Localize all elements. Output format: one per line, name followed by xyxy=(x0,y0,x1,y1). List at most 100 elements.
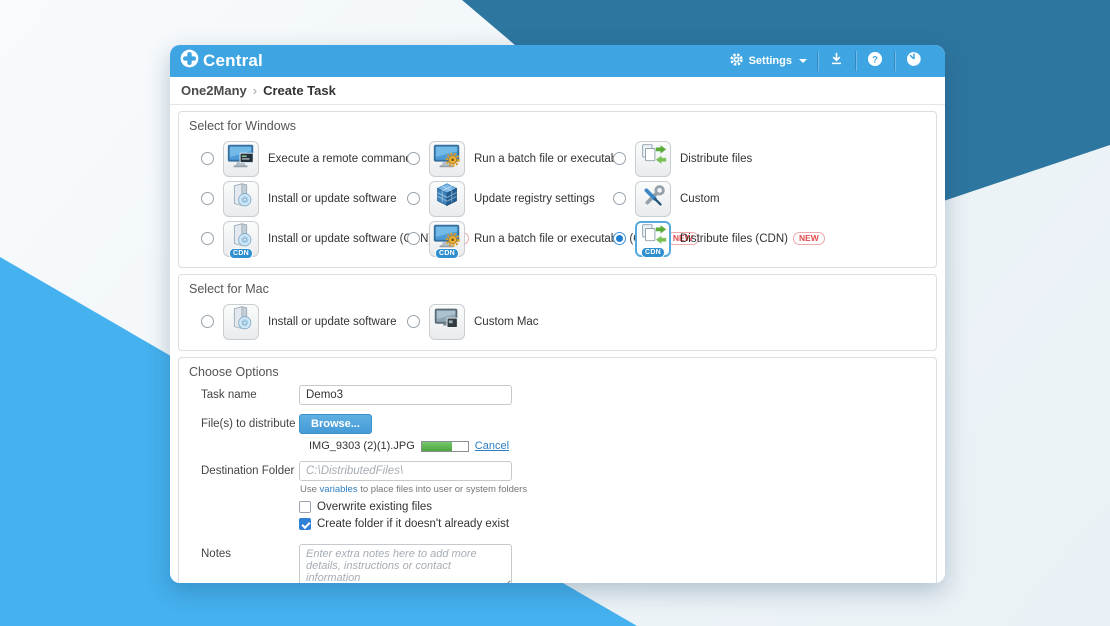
upload-progress-fill xyxy=(422,442,452,451)
radio-run-a-batch-file-or-executable[interactable] xyxy=(407,152,420,165)
notes-label: Notes xyxy=(201,544,299,583)
option-label: Install or update software xyxy=(268,316,397,328)
monitor-terminal-icon xyxy=(225,140,257,177)
app-header: Central Settings xyxy=(170,45,945,77)
notes-textarea[interactable] xyxy=(299,544,512,583)
app-title: Central xyxy=(203,51,263,71)
new-badge: NEW xyxy=(793,232,825,245)
checkbox-create-folder-if-it-doesn-t-already-exist[interactable] xyxy=(299,518,311,530)
option-distribute-files-cdn[interactable]: CDN Distribute files (CDN)NEW xyxy=(613,219,926,258)
radio-custom-mac[interactable] xyxy=(407,315,420,328)
select-for-windows-panel: Select for Windows Execute a remote comm… xyxy=(178,111,937,268)
tile-update-registry-settings[interactable] xyxy=(429,181,465,217)
checkbox-label: Create folder if it doesn't already exis… xyxy=(317,518,509,530)
page-title: Create Task xyxy=(263,83,336,98)
option-distribute-files[interactable]: Distribute files xyxy=(613,139,926,178)
section-title-windows: Select for Windows xyxy=(189,119,926,133)
option-label: Execute a remote command xyxy=(268,153,412,165)
notes-row: Notes xyxy=(201,544,926,583)
tile-distribute-files-cdn[interactable]: CDN xyxy=(635,221,671,257)
option-custom-mac[interactable]: Custom Mac xyxy=(407,302,613,341)
chevron-down-icon xyxy=(799,59,807,63)
radio-run-a-batch-file-or-executable-cdn[interactable] xyxy=(407,232,420,245)
help-button[interactable]: ? xyxy=(856,45,894,77)
file-name: IMG_9303 (2)(1).JPG xyxy=(309,440,415,452)
radio-distribute-files-cdn[interactable] xyxy=(613,232,626,245)
cdn-badge: CDN xyxy=(229,248,253,259)
tile-custom[interactable] xyxy=(635,181,671,217)
option-install-or-update-software[interactable]: Install or update software xyxy=(201,179,407,218)
tile-run-a-batch-file-or-executable[interactable] xyxy=(429,141,465,177)
tile-run-a-batch-file-or-executable-cdn[interactable]: CDN xyxy=(429,221,465,257)
checkbox-overwrite-existing-files[interactable] xyxy=(299,501,311,513)
cancel-upload-link[interactable]: Cancel xyxy=(475,440,509,452)
radio-install-or-update-software-cdn[interactable] xyxy=(201,232,214,245)
task-name-row: Task name xyxy=(201,385,926,405)
gear-icon xyxy=(729,52,744,70)
task-form: Task name File(s) to distribute Browse..… xyxy=(189,385,926,583)
download-button[interactable] xyxy=(818,45,855,77)
option-update-registry-settings[interactable]: Update registry settings xyxy=(407,179,613,218)
option-custom[interactable]: Custom xyxy=(613,179,926,218)
select-for-mac-panel: Select for Mac Install or update softwar… xyxy=(178,274,937,351)
radio-custom[interactable] xyxy=(613,192,626,205)
breadcrumb-separator: › xyxy=(253,83,257,98)
option-install-or-update-software-cdn[interactable]: CDNInstall or update software (CDN)NEW xyxy=(201,219,407,258)
brand: Central xyxy=(180,49,263,73)
checkbox-row-overwrite-existing-files[interactable]: Overwrite existing files xyxy=(299,501,527,513)
tile-install-or-update-software[interactable] xyxy=(223,304,259,340)
option-label: Distribute files (CDN)NEW xyxy=(680,232,825,245)
option-run-a-batch-file-or-executable-cdn[interactable]: CDNRun a batch file or executable (CDN)N… xyxy=(407,219,613,258)
desktop-background: Central Settings xyxy=(0,0,1110,626)
section-title-options: Choose Options xyxy=(189,365,926,379)
option-label: Custom Mac xyxy=(474,316,539,328)
language-globe-button[interactable] xyxy=(895,45,933,77)
destination-folder-input[interactable] xyxy=(299,461,512,481)
cdn-badge: CDN xyxy=(435,248,459,259)
destination-checkboxes: Overwrite existing files Create folder if… xyxy=(299,501,527,530)
cdn-badge: CDN xyxy=(641,247,665,258)
documents-sync-icon xyxy=(637,140,669,177)
tile-install-or-update-software-cdn[interactable]: CDN xyxy=(223,221,259,257)
destination-row: Destination Folder Use variables to plac… xyxy=(201,461,926,535)
option-install-or-update-software[interactable]: Install or update software xyxy=(201,302,407,341)
windows-options-grid: Execute a remote command Run a batch fil… xyxy=(189,139,926,258)
browse-button[interactable]: Browse... xyxy=(299,414,372,434)
central-logo-icon xyxy=(180,49,199,73)
choose-options-panel: Choose Options Task name File(s) to dist… xyxy=(178,357,937,583)
wrench-screwdriver-icon xyxy=(637,180,669,217)
download-icon xyxy=(829,51,844,71)
task-name-input[interactable] xyxy=(299,385,512,405)
globe-icon xyxy=(906,51,922,72)
destination-help-text: Use variables to place files into user o… xyxy=(300,484,527,495)
tile-execute-a-remote-command[interactable] xyxy=(223,141,259,177)
radio-install-or-update-software[interactable] xyxy=(201,192,214,205)
help-icon: ? xyxy=(867,51,883,72)
registry-cube-icon xyxy=(431,180,463,217)
files-row: File(s) to distribute Browse... IMG_9303… xyxy=(201,414,926,452)
radio-execute-a-remote-command[interactable] xyxy=(201,152,214,165)
monitor-mac-icon xyxy=(431,303,463,340)
tile-distribute-files[interactable] xyxy=(635,141,671,177)
option-label: Custom xyxy=(680,193,720,205)
settings-label: Settings xyxy=(749,55,792,67)
tile-custom-mac[interactable] xyxy=(429,304,465,340)
radio-distribute-files[interactable] xyxy=(613,152,626,165)
settings-menu[interactable]: Settings xyxy=(719,45,817,77)
upload-progress-bar xyxy=(421,441,469,452)
header-actions: Settings xyxy=(719,45,933,77)
tile-install-or-update-software[interactable] xyxy=(223,181,259,217)
option-label: Run a batch file or executable xyxy=(474,153,626,165)
breadcrumb-one2many[interactable]: One2Many xyxy=(181,83,247,98)
checkbox-row-create-folder-if-it-doesn-t-already-exist[interactable]: Create folder if it doesn't already exis… xyxy=(299,518,527,530)
destination-label: Destination Folder xyxy=(201,461,299,535)
radio-install-or-update-software[interactable] xyxy=(201,315,214,328)
option-label: Install or update software xyxy=(268,193,397,205)
option-run-a-batch-file-or-executable[interactable]: Run a batch file or executable xyxy=(407,139,613,178)
variables-link[interactable]: variables xyxy=(320,484,358,495)
option-execute-a-remote-command[interactable]: Execute a remote command xyxy=(201,139,407,178)
uploaded-file-row: IMG_9303 (2)(1).JPG Cancel xyxy=(309,440,509,452)
breadcrumb: One2Many › Create Task xyxy=(170,77,945,105)
mac-options-grid: Install or update software Custom Mac xyxy=(189,302,926,341)
radio-update-registry-settings[interactable] xyxy=(407,192,420,205)
